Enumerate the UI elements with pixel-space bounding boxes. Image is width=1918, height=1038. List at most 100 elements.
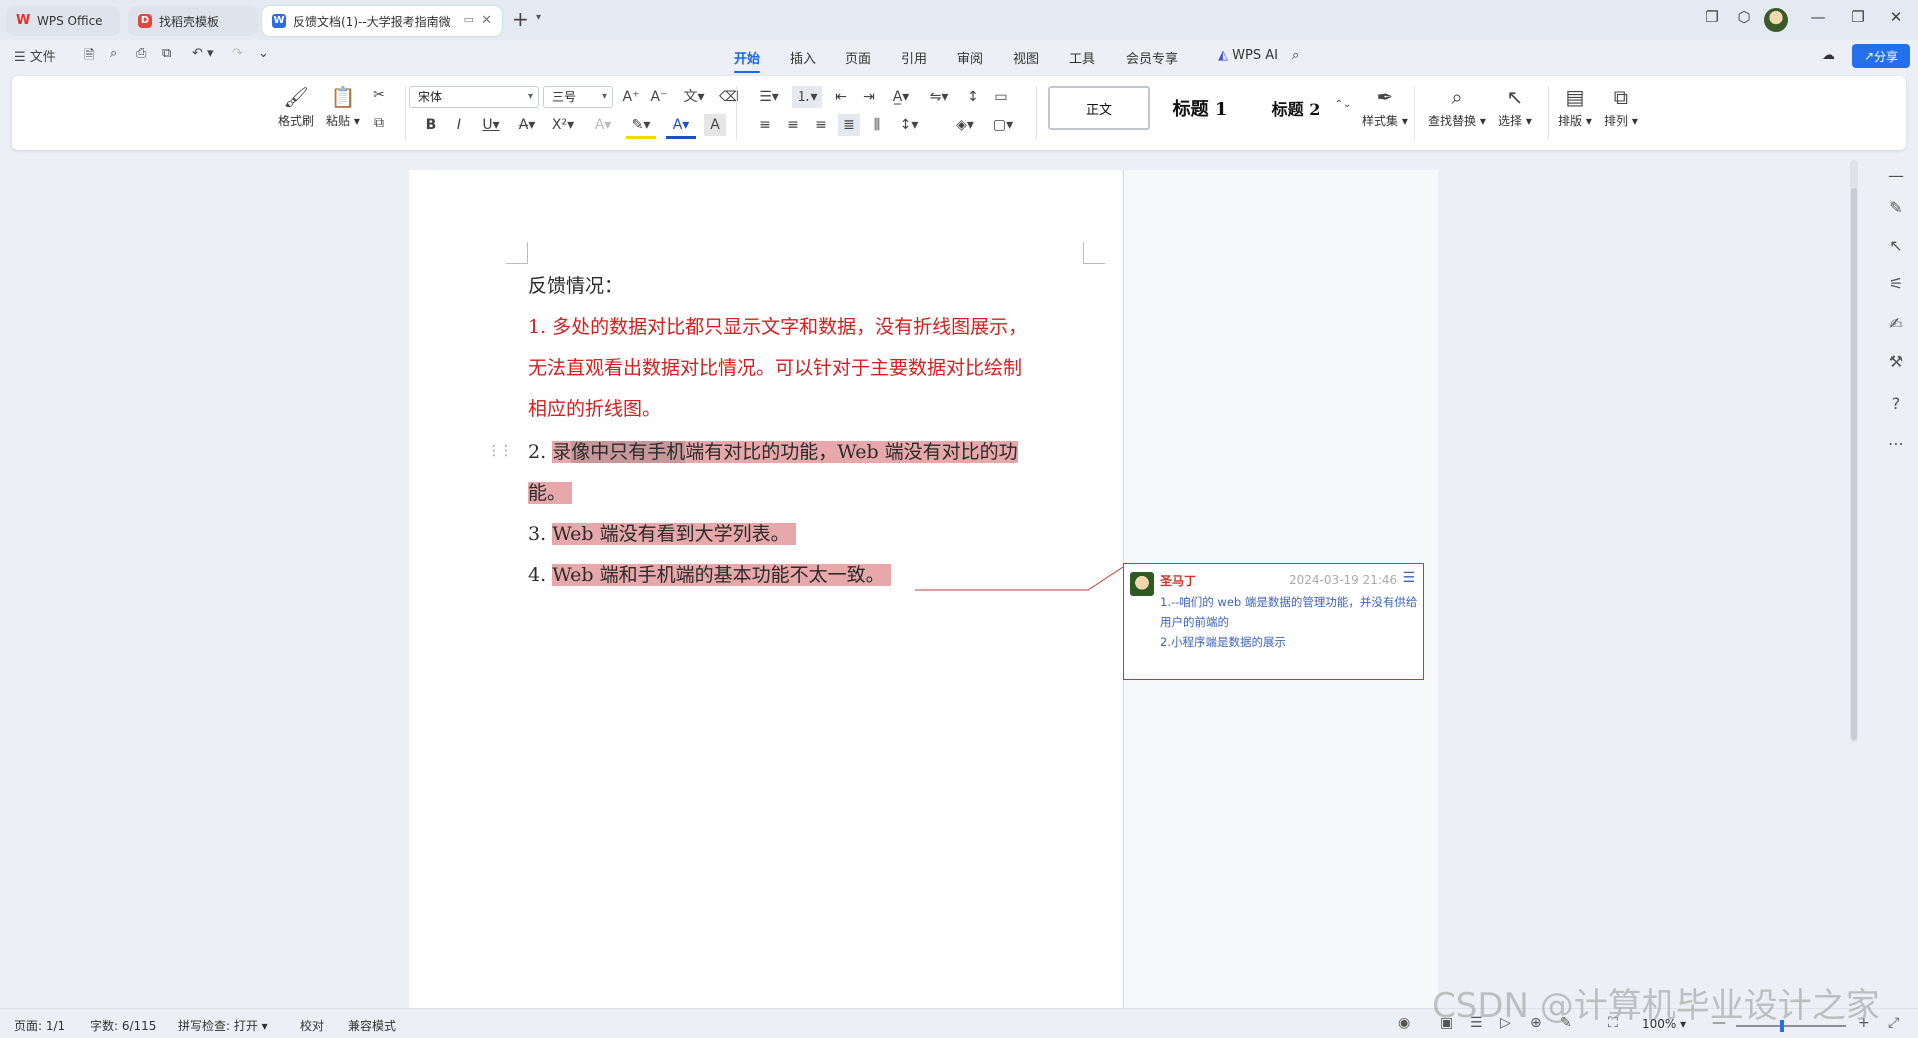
item-2-line-1[interactable]: 2. 录像中只有手机端有对比的功能，Web 端没有对比的功 (528, 432, 1018, 473)
char-spacing-icon[interactable]: A̲▾ (886, 86, 916, 108)
tab-home[interactable]: 开始 (734, 48, 761, 73)
page-indicator[interactable]: 页面: 1/1 (14, 1017, 65, 1034)
redo-icon[interactable]: ↷ (232, 46, 243, 61)
item-1-line-3[interactable]: 相应的折线图。 (528, 389, 661, 430)
tab-member[interactable]: 会员专享 (1126, 48, 1178, 67)
undo-icon[interactable]: ↶ ▾ (192, 46, 214, 61)
export-icon[interactable]: ⌕ (110, 46, 117, 61)
tab-insert[interactable]: 插入 (790, 48, 816, 67)
share-button[interactable]: ↗ 分享 (1852, 44, 1910, 68)
cube-icon[interactable]: ⬡ (1732, 8, 1756, 26)
find-replace-button[interactable]: ⌕ 查找替换 ▾ (1428, 86, 1486, 129)
monitor-icon[interactable]: ▭ (464, 13, 474, 26)
paste-button[interactable]: 📋 粘贴 ▾ (326, 86, 360, 129)
cut-icon[interactable]: ✂ (368, 84, 390, 106)
more-options-icon[interactable]: ⋯ (1886, 434, 1906, 453)
file-menu[interactable]: ☰ 文件 (14, 46, 56, 65)
phonetic-icon[interactable]: 文▾ (676, 86, 712, 108)
bold-button[interactable]: B (420, 114, 442, 136)
item-1-line-2[interactable]: 无法直观看出数据对比情况。可以针对于主要数据对比绘制 (528, 348, 1022, 389)
comment-card[interactable]: 圣马丁 2024-03-19 21:46 ☰ 1.--咱们的 web 端是数据的… (1123, 563, 1424, 680)
justify-icon[interactable]: ≣ (838, 114, 860, 136)
grow-font-icon[interactable]: A⁺ (620, 86, 642, 108)
align-center-icon[interactable]: ≡ (782, 114, 804, 136)
style-heading-2[interactable]: 标题 2 (1250, 86, 1342, 130)
sign-icon[interactable]: ✍ (1886, 314, 1906, 333)
wps-ai-button[interactable]: ◭ WPS AI (1218, 48, 1278, 63)
tab-page[interactable]: 页面 (845, 48, 871, 67)
highlight-color-button[interactable]: ✎▾ (626, 114, 656, 139)
select-pointer-icon[interactable]: ↖ (1886, 236, 1906, 255)
doc-heading[interactable]: 反馈情况： (528, 266, 623, 307)
item-2-line-2[interactable]: 能。 (528, 473, 573, 514)
close-window-button[interactable]: ✕ (1884, 8, 1908, 26)
item-1-line-1[interactable]: 1. 多处的数据对比都只显示文字和数据，没有折线图展示， (528, 307, 1027, 348)
chevron-down-icon[interactable]: ▾ (536, 12, 541, 23)
tools-icon[interactable]: ⚒ (1886, 352, 1906, 371)
window-layout-icon[interactable]: ❐ (1700, 8, 1724, 26)
font-color-button[interactable]: A▾ (666, 114, 696, 139)
cloud-icon[interactable]: ☁ (1822, 48, 1835, 63)
minimize-button[interactable]: — (1806, 8, 1830, 26)
arrange-button[interactable]: ⧉ 排列 ▾ (1604, 86, 1638, 129)
pen-icon[interactable]: ✎ (1886, 198, 1906, 217)
spell-check[interactable]: 拼写检查: 打开 ▾ (178, 1017, 268, 1034)
italic-button[interactable]: I (448, 114, 470, 136)
style-set-button[interactable]: ✒ 样式集 ▾ (1362, 86, 1408, 129)
restore-button[interactable]: ❐ (1846, 8, 1870, 26)
user-avatar[interactable] (1764, 8, 1788, 32)
line-spacing-icon[interactable]: ↕▾ (894, 114, 924, 136)
bullet-list-icon[interactable]: ☰▾ (754, 86, 784, 108)
search-icon[interactable]: ⌕ (1292, 48, 1299, 63)
fullscreen-icon[interactable]: ⤢ (1888, 1015, 1899, 1031)
close-tab-icon[interactable]: ✕ (481, 13, 492, 28)
eye-icon[interactable]: ◉ (1398, 1015, 1410, 1031)
align-right-icon[interactable]: ≡ (810, 114, 832, 136)
style-normal[interactable]: 正文 (1048, 86, 1150, 130)
shrink-font-icon[interactable]: A⁻ (648, 86, 670, 108)
superscript-button[interactable]: X²▾ (548, 114, 578, 136)
print-preview-icon[interactable]: ⧉ (162, 46, 171, 61)
layout-button[interactable]: ▤ 排版 ▾ (1558, 86, 1592, 129)
format-painter-button[interactable]: 🖌 格式刷 (278, 86, 314, 129)
numbered-list-icon[interactable]: ⒈▾ (792, 86, 822, 108)
tab-document[interactable]: W 反馈文档(1)--大学报考指南微 ▭ ✕ (262, 6, 502, 36)
copy-icon[interactable]: ⧉ (368, 112, 390, 134)
drag-handle-icon[interactable]: ⋮⋮ (487, 443, 513, 459)
tab-wps-office[interactable]: W WPS Office (6, 6, 120, 36)
font-name-select[interactable]: 宋体 ▾ (409, 86, 539, 108)
word-count[interactable]: 字数: 6/115 (90, 1017, 156, 1034)
shading-icon[interactable]: ◈▾ (950, 114, 980, 136)
text-effect-button[interactable]: A▾ (588, 114, 618, 136)
new-tab-button[interactable]: + (512, 8, 529, 30)
char-shading-button[interactable]: A (704, 114, 726, 136)
style-heading-1[interactable]: 标题 1 (1154, 86, 1246, 130)
tab-review[interactable]: 审阅 (957, 48, 983, 67)
decrease-indent-icon[interactable]: ⇤ (830, 86, 852, 108)
strikethrough-button[interactable]: A̶▾ (512, 114, 542, 136)
save-icon[interactable]: 🗎 (84, 46, 94, 68)
help-icon[interactable]: ? (1886, 394, 1906, 413)
adjust-icon[interactable]: ⚟ (1886, 274, 1906, 293)
text-direction-icon[interactable]: ⇋▾ (924, 86, 954, 108)
tab-view[interactable]: 视图 (1013, 48, 1039, 67)
more-icon[interactable]: ⌄ (258, 46, 269, 61)
distribute-icon[interactable]: ⫼ (866, 114, 888, 136)
style-scroll-icon[interactable]: ⌃⌄ (1332, 94, 1354, 116)
collapse-icon[interactable]: — (1886, 166, 1906, 185)
sort-icon[interactable]: ↕ (962, 86, 984, 108)
comment-body[interactable]: 1.--咱们的 web 端是数据的管理功能，并没有供给 用户的前端的 2.小程序… (1160, 592, 1418, 652)
tab-template[interactable]: D 找稻壳模板 (128, 6, 258, 36)
item-4[interactable]: 4. Web 端和手机端的基本功能不太一致。 (528, 555, 891, 596)
font-size-select[interactable]: 三号 ▾ (543, 86, 613, 108)
item-3[interactable]: 3. Web 端没有看到大学列表。 (528, 514, 796, 555)
select-button[interactable]: ↖ 选择 ▾ (1498, 86, 1532, 129)
comment-menu-icon[interactable]: ☰ (1402, 570, 1415, 586)
underline-button[interactable]: U▾ (476, 114, 506, 136)
increase-indent-icon[interactable]: ⇥ (858, 86, 880, 108)
tab-references[interactable]: 引用 (901, 48, 927, 67)
scrollbar-thumb[interactable] (1851, 188, 1857, 740)
borders-icon[interactable]: ▢▾ (988, 114, 1018, 136)
tab-tools[interactable]: 工具 (1069, 48, 1095, 67)
align-left-icon[interactable]: ≡ (754, 114, 776, 136)
